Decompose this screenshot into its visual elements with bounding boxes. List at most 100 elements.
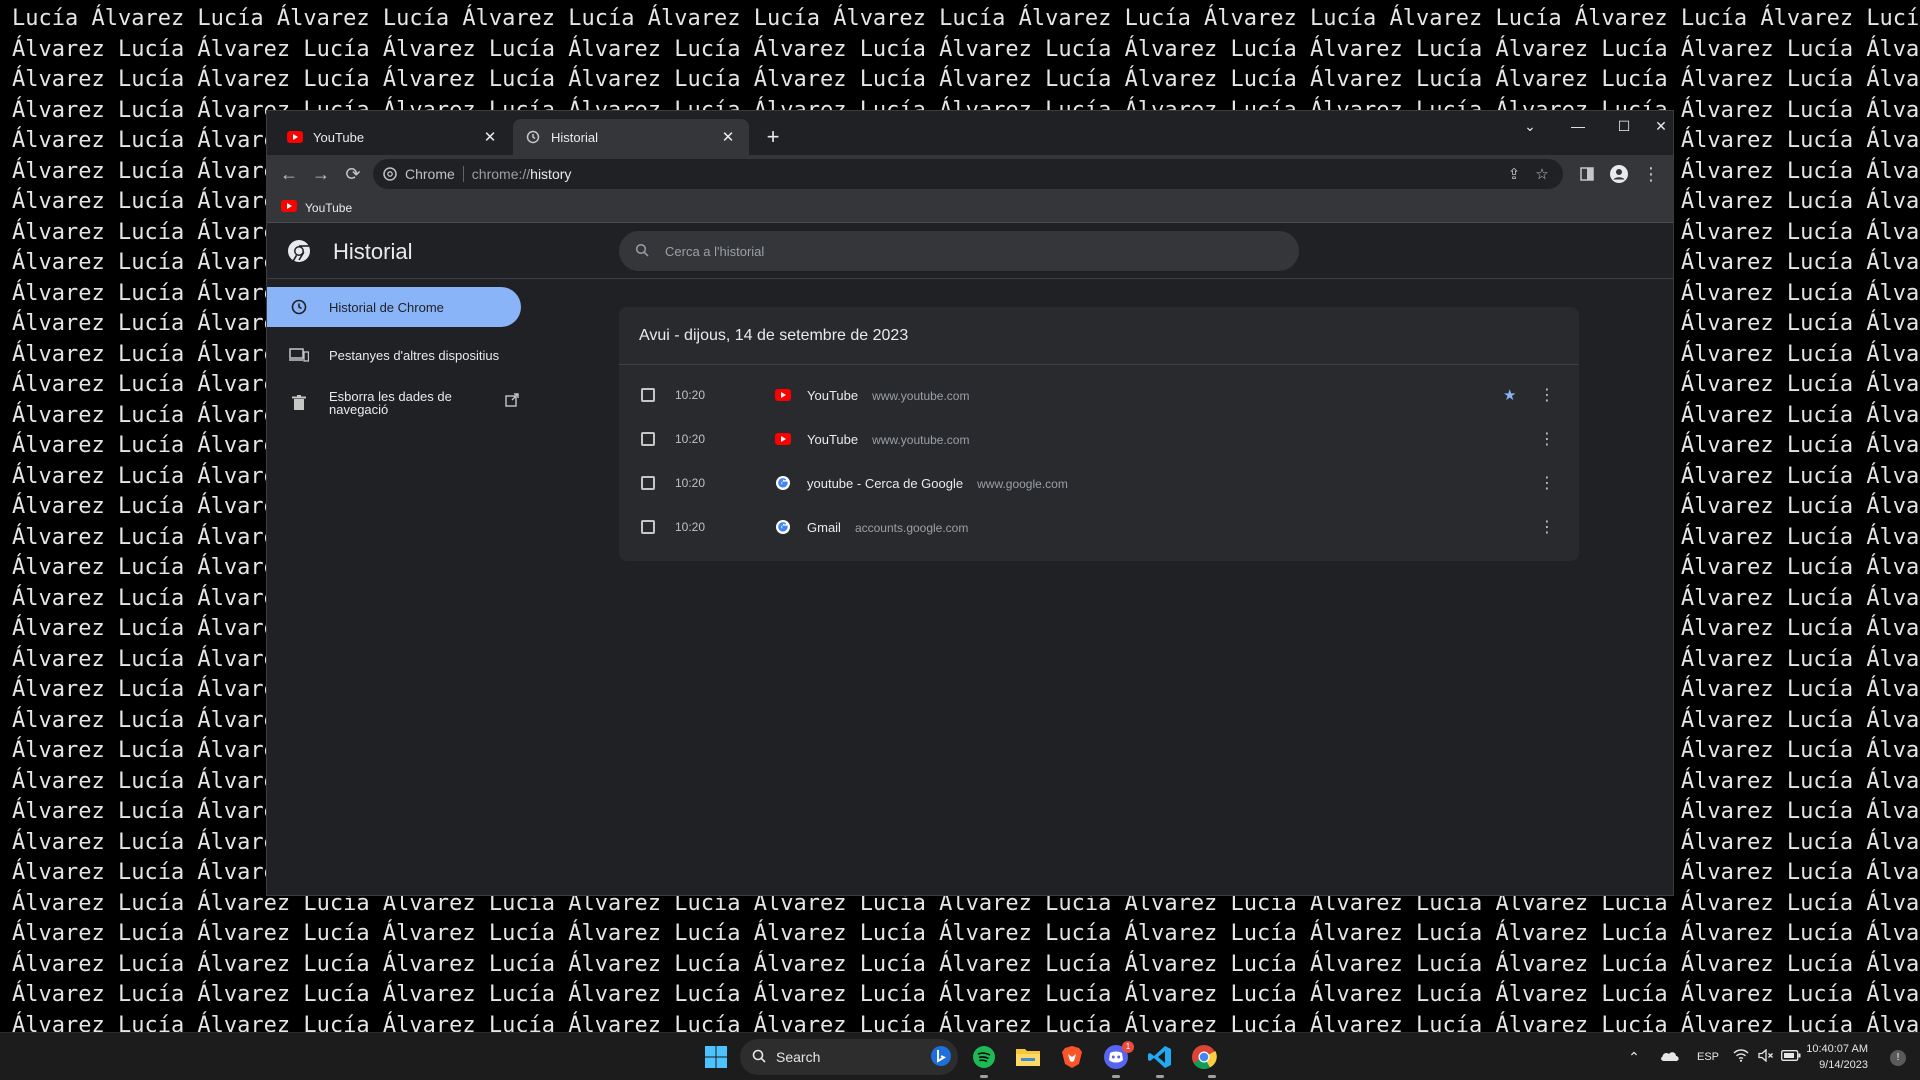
battery-icon[interactable] bbox=[1778, 1050, 1804, 1064]
url-text: chrome://history bbox=[471, 166, 572, 182]
running-indicator bbox=[1156, 1075, 1164, 1078]
onedrive-icon[interactable] bbox=[1652, 1050, 1688, 1065]
entry-time: 10:20 bbox=[675, 432, 706, 446]
history-entry-row[interactable]: 10:20 YouTube www.youtube.com ⋮ bbox=[619, 417, 1579, 461]
search-label: Search bbox=[776, 1049, 821, 1065]
wallpaper-text-row: Álvarez Lucía Álvarez Lucía Álvarez Lucí… bbox=[12, 982, 1920, 1007]
history-header: Historial bbox=[267, 223, 1673, 279]
youtube-icon bbox=[775, 387, 791, 403]
google-icon bbox=[775, 519, 791, 535]
clock-icon bbox=[289, 297, 309, 317]
profile-icon[interactable] bbox=[1603, 158, 1635, 190]
bookmark-star-icon[interactable]: ☆ bbox=[1531, 163, 1553, 185]
system-tray: ⌃ ESP bbox=[1622, 1033, 1804, 1080]
search-icon bbox=[635, 243, 649, 260]
youtube-icon bbox=[775, 431, 791, 447]
running-indicator bbox=[980, 1075, 988, 1078]
wifi-icon[interactable] bbox=[1728, 1049, 1754, 1065]
file-explorer-icon[interactable] bbox=[1012, 1041, 1044, 1073]
windows-start-icon[interactable] bbox=[700, 1041, 732, 1073]
clock[interactable]: 10:40:07 AM 9/14/2023 bbox=[1806, 1041, 1868, 1073]
bookmark-youtube[interactable]: YouTube bbox=[281, 200, 352, 215]
entry-checkbox[interactable] bbox=[641, 388, 655, 402]
devices-icon bbox=[289, 345, 309, 365]
vscode-icon[interactable] bbox=[1144, 1041, 1176, 1073]
address-bar[interactable]: Chrome chrome://history ⇪ ☆ bbox=[373, 159, 1563, 189]
brave-icon[interactable] bbox=[1056, 1041, 1088, 1073]
sidebar-item-label: Pestanyes d'altres dispositius bbox=[329, 347, 500, 363]
trash-icon bbox=[289, 393, 309, 413]
taskbar-search[interactable]: Search bbox=[740, 1039, 958, 1075]
history-sidebar: Historial de Chrome Pestanyes d'altres d… bbox=[267, 279, 527, 423]
site-chip[interactable]: Chrome bbox=[383, 166, 464, 182]
chrome-icon bbox=[383, 167, 397, 181]
wallpaper-text-row: Álvarez Lucía Álvarez Lucía Álvarez Lucí… bbox=[12, 951, 1920, 977]
menu-kebab-icon[interactable]: ⋮ bbox=[1635, 158, 1667, 190]
history-entry-row[interactable]: 10:20 Gmail accounts.google.com ⋮ bbox=[619, 505, 1579, 549]
entry-menu-kebab-icon[interactable]: ⋮ bbox=[1539, 385, 1555, 405]
sidebar-item-clear-browsing-data[interactable]: Esborra les dades de navegació bbox=[267, 383, 521, 423]
clock-date: 9/14/2023 bbox=[1819, 1059, 1868, 1071]
site-chip-label: Chrome bbox=[405, 166, 455, 182]
google-icon bbox=[775, 475, 791, 491]
close-icon[interactable]: ✕ bbox=[481, 128, 499, 146]
bookmarked-star-icon: ★ bbox=[1503, 387, 1517, 404]
new-tab-button[interactable]: + bbox=[761, 124, 785, 149]
entry-link[interactable]: Gmail accounts.google.com bbox=[807, 520, 968, 535]
history-entry-row[interactable]: 10:20 YouTube www.youtube.com ★ ⋮ bbox=[619, 373, 1579, 417]
tab-title: Historial bbox=[551, 129, 598, 145]
wallpaper-text-row: Álvarez Lucía Álvarez Lucía Álvarez Lucí… bbox=[12, 1012, 1920, 1033]
chevron-up-icon[interactable]: ⌃ bbox=[1622, 1049, 1646, 1066]
bookmarks-bar: YouTube bbox=[267, 193, 1673, 223]
reload-button[interactable]: ⟳ bbox=[337, 158, 369, 190]
history-page: Historial Historial de Chrome Pestanyes … bbox=[267, 223, 1673, 895]
youtube-icon bbox=[287, 129, 303, 145]
history-entry-row[interactable]: 10:20 youtube - Cerca de Google www.google… bbox=[619, 461, 1579, 505]
entry-domain: www.youtube.com bbox=[872, 388, 970, 403]
notifications-icon[interactable]: ! bbox=[1890, 1050, 1906, 1066]
entry-time: 10:20 bbox=[675, 476, 706, 490]
taskbar: Search 1 ⌃ ESP 10:40:07 AM 9/14/2023 ! bbox=[0, 1032, 1920, 1080]
clock-time: 10:40:07 AM bbox=[1806, 1043, 1868, 1055]
side-panel-icon[interactable] bbox=[1571, 158, 1603, 190]
entry-time: 10:20 bbox=[675, 520, 706, 534]
wallpaper-text-row: Álvarez Lucía Álvarez Lucía Álvarez Lucí… bbox=[12, 36, 1920, 62]
maximize-button[interactable]: ☐ bbox=[1601, 111, 1647, 141]
forward-button[interactable]: → bbox=[305, 158, 337, 190]
browser-toolbar: ← → ⟳ Chrome chrome://history ⇪ ☆ ⋮ bbox=[267, 155, 1673, 193]
tab-youtube[interactable]: YouTube ✕ bbox=[275, 119, 511, 155]
youtube-icon bbox=[281, 200, 297, 215]
bookmark-label: YouTube bbox=[305, 200, 353, 215]
minimize-button[interactable]: — bbox=[1555, 111, 1601, 141]
entry-time: 10:20 bbox=[675, 388, 706, 402]
entry-checkbox[interactable] bbox=[641, 520, 655, 534]
entry-link[interactable]: YouTube www.youtube.com bbox=[807, 388, 969, 403]
sidebar-item-chrome-history[interactable]: Historial de Chrome bbox=[267, 287, 521, 327]
back-button[interactable]: ← bbox=[273, 158, 305, 190]
search-input[interactable] bbox=[665, 243, 1265, 259]
entry-menu-kebab-icon[interactable]: ⋮ bbox=[1539, 517, 1555, 537]
tab-history[interactable]: Historial ✕ bbox=[513, 119, 749, 155]
spotify-icon[interactable] bbox=[968, 1041, 1000, 1073]
chrome-taskbar-icon[interactable] bbox=[1188, 1041, 1220, 1073]
chrome-window: YouTube ✕ Historial ✕ + ⌄ — ☐ ✕ ← → ⟳ Ch… bbox=[266, 110, 1674, 896]
entry-checkbox[interactable] bbox=[641, 432, 655, 446]
window-close-button[interactable]: ✕ bbox=[1647, 111, 1673, 141]
speaker-muted-icon[interactable] bbox=[1754, 1048, 1778, 1065]
close-icon[interactable]: ✕ bbox=[719, 128, 737, 146]
entry-menu-kebab-icon[interactable]: ⋮ bbox=[1539, 429, 1555, 449]
wallpaper-text-row: Lucía Álvarez Lucía Álvarez Lucía Álvare… bbox=[12, 6, 1920, 31]
entry-link[interactable]: youtube - Cerca de Google www.google.com bbox=[807, 476, 1068, 491]
entry-checkbox[interactable] bbox=[641, 476, 655, 490]
page-title: Historial bbox=[333, 239, 413, 264]
tab-search-chevron-icon[interactable]: ⌄ bbox=[1507, 111, 1553, 141]
entry-menu-kebab-icon[interactable]: ⋮ bbox=[1539, 473, 1555, 493]
chrome-logo-icon bbox=[287, 239, 311, 265]
history-day-card: Avui - dijous, 14 de setembre de 2023 10… bbox=[619, 307, 1579, 561]
language-indicator[interactable]: ESP bbox=[1688, 1051, 1728, 1063]
sidebar-item-other-devices[interactable]: Pestanyes d'altres dispositius bbox=[267, 335, 521, 375]
notification-badge: 1 bbox=[1122, 1041, 1134, 1053]
share-icon[interactable]: ⇪ bbox=[1503, 163, 1525, 185]
history-search-box[interactable] bbox=[619, 231, 1299, 271]
entry-link[interactable]: YouTube www.youtube.com bbox=[807, 432, 969, 447]
